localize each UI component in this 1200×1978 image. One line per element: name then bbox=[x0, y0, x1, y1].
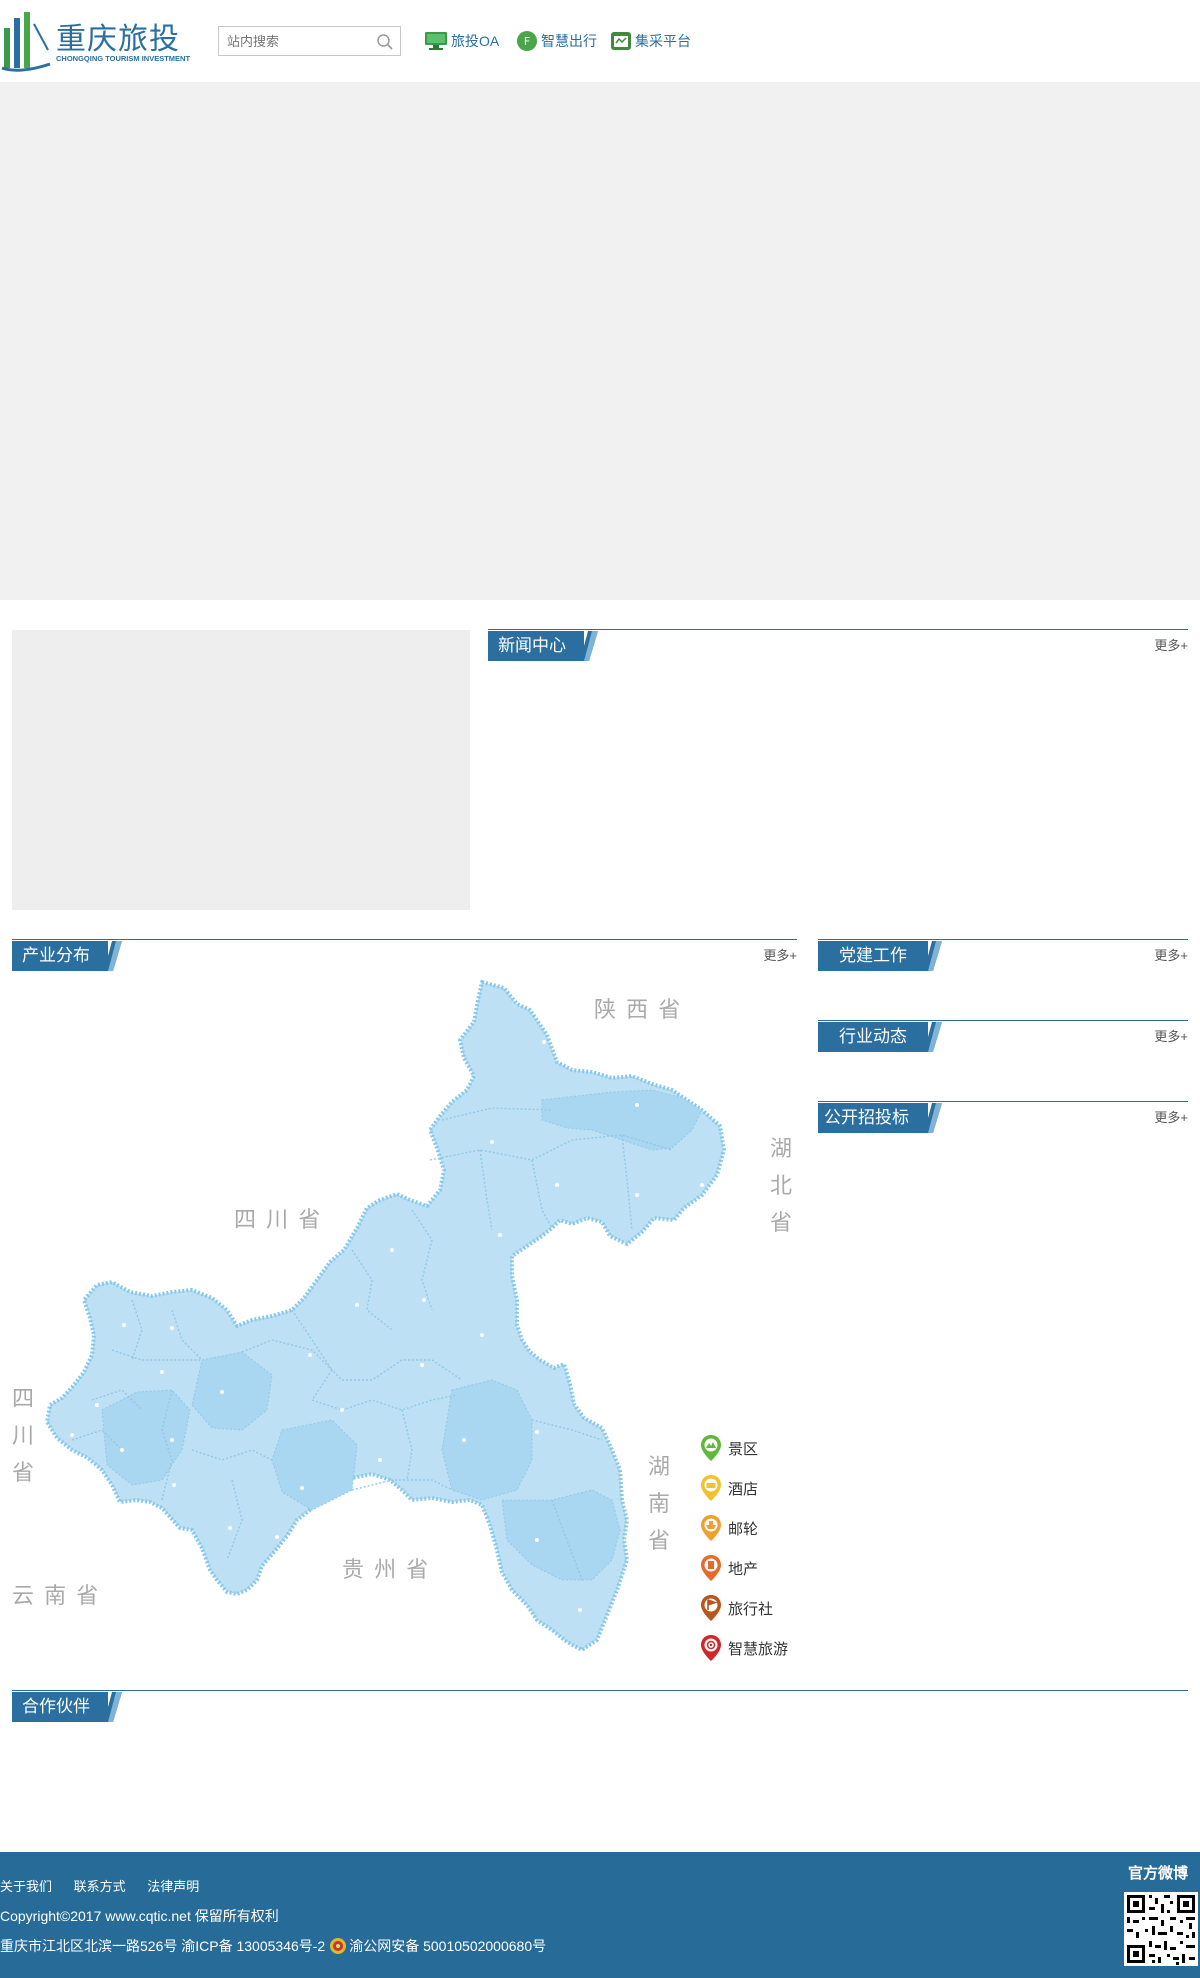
province-label-shaanxi: 陕 西 省 bbox=[594, 997, 683, 1022]
province-label-yunnan: 云 南 省 bbox=[12, 1583, 101, 1608]
province-label-sichuan-west: 四 川 省 bbox=[12, 1386, 35, 1485]
svg-text:F: F bbox=[524, 35, 530, 48]
title-slant-decoration bbox=[104, 941, 122, 971]
province-label-guizhou: 贵 州 省 bbox=[342, 1557, 431, 1582]
title-slant-decoration bbox=[924, 941, 942, 971]
police-badge-icon bbox=[330, 1938, 347, 1954]
map-legend: 景区 酒店 邮轮 地产 旅行社 智慧旅游 bbox=[700, 1428, 800, 1668]
smart-travel-icon: F bbox=[517, 31, 537, 51]
legend-item-smart-tourism[interactable]: 智慧旅游 bbox=[700, 1628, 800, 1668]
footer-links: 关于我们 联系方式 法律声明 bbox=[0, 1876, 217, 1895]
footer-weibo-label[interactable]: 官方微博 bbox=[1128, 1862, 1188, 1883]
tender-section-header: 公开招投标 更多+ bbox=[818, 1101, 1188, 1133]
footer-address-row: 重庆市江北区北滨一路526号 渝ICP备 13005346号-2 渝公网安备 5… bbox=[0, 1936, 546, 1956]
title-slant-decoration bbox=[104, 1692, 122, 1722]
monitor-icon bbox=[425, 32, 447, 50]
footer-address: 重庆市江北区北滨一路526号 渝ICP备 13005346号-2 bbox=[0, 1938, 326, 1954]
industry-more-link[interactable]: 更多+ bbox=[763, 945, 797, 964]
site-footer: 关于我们 联系方式 法律声明 Copyright©2017 www.cqtic.… bbox=[0, 1852, 1200, 1978]
tender-more-link[interactable]: 更多+ bbox=[1154, 1107, 1188, 1126]
oa-link-label: 旅投OA bbox=[451, 33, 500, 49]
footer-link-contact[interactable]: 联系方式 bbox=[74, 1879, 126, 1894]
travel-agency-pin-icon bbox=[701, 1595, 721, 1621]
search-icon[interactable] bbox=[376, 33, 394, 51]
title-slant-decoration bbox=[924, 1022, 942, 1052]
smart-travel-link-label: 智慧出行 bbox=[541, 33, 597, 49]
footer-link-about[interactable]: 关于我们 bbox=[0, 1879, 52, 1894]
province-label-hunan: 湖 南 省 bbox=[648, 1454, 671, 1553]
logo-english-text: CHONGQING TOURISM INVESTMENT bbox=[56, 54, 191, 63]
title-slant-decoration bbox=[924, 1103, 942, 1133]
chongqing-map[interactable]: 陕 西 省 四 川 省 湖 北 省 四 川 省 湖 南 省 贵 州 省 云 南 … bbox=[12, 980, 797, 1670]
partners-section-title: 合作伙伴 bbox=[12, 1692, 108, 1722]
smart-tourism-pin-icon bbox=[701, 1635, 721, 1661]
procurement-link[interactable]: 集采平台 bbox=[610, 29, 691, 53]
map-region-outline[interactable] bbox=[45, 980, 726, 1652]
logo-mark-icon bbox=[1, 12, 51, 72]
map-district-east-central[interactable] bbox=[441, 1379, 533, 1501]
search-input[interactable] bbox=[219, 27, 369, 55]
search-box bbox=[218, 26, 401, 56]
hero-banner[interactable] bbox=[0, 82, 1200, 600]
industry-news-section-title: 行业动态 bbox=[818, 1022, 928, 1052]
news-section-title: 新闻中心 bbox=[488, 631, 584, 661]
site-header: 重庆旅投 CHONGQING TOURISM INVESTMENT 旅投OA F… bbox=[0, 0, 1200, 82]
province-label-sichuan-north: 四 川 省 bbox=[234, 1207, 323, 1232]
partners-section-header: 合作伙伴 bbox=[12, 1690, 1188, 1722]
scenic-pin-icon bbox=[701, 1435, 721, 1461]
procurement-link-label: 集采平台 bbox=[635, 33, 691, 49]
legend-item-cruise[interactable]: 邮轮 bbox=[700, 1508, 800, 1548]
logo-chinese-text: 重庆旅投 bbox=[56, 22, 180, 57]
party-section-header: 党建工作 更多+ bbox=[818, 939, 1188, 971]
legend-item-scenic[interactable]: 景区 bbox=[700, 1428, 800, 1468]
news-section-header: 新闻中心 更多+ bbox=[488, 629, 1188, 661]
smart-travel-link[interactable]: F 智慧出行 bbox=[516, 29, 597, 53]
footer-police-record[interactable]: 渝公网安备 50010502000680号 bbox=[349, 1936, 546, 1956]
estate-pin-icon bbox=[701, 1555, 721, 1581]
hotel-pin-icon bbox=[701, 1475, 721, 1501]
legend-item-hotel[interactable]: 酒店 bbox=[700, 1468, 800, 1508]
oa-link[interactable]: 旅投OA bbox=[424, 29, 499, 53]
news-image-slot[interactable] bbox=[12, 630, 470, 910]
industry-section-header: 产业分布 更多+ bbox=[12, 939, 797, 971]
industry-section-title: 产业分布 bbox=[12, 941, 108, 971]
weibo-qr-code bbox=[1124, 1892, 1198, 1966]
industry-news-more-link[interactable]: 更多+ bbox=[1154, 1026, 1188, 1045]
legend-item-estate[interactable]: 地产 bbox=[700, 1548, 800, 1588]
party-section-title: 党建工作 bbox=[818, 941, 928, 971]
cruise-pin-icon bbox=[701, 1515, 721, 1541]
tender-section-title: 公开招投标 bbox=[818, 1103, 928, 1133]
procurement-icon bbox=[611, 32, 631, 50]
industry-news-section-header: 行业动态 更多+ bbox=[818, 1020, 1188, 1052]
title-slant-decoration bbox=[580, 631, 598, 661]
province-label-hubei: 湖 北 省 bbox=[770, 1136, 793, 1235]
footer-copyright: Copyright©2017 www.cqtic.net 保留所有权利 bbox=[0, 1908, 279, 1924]
legend-item-travel-agency[interactable]: 旅行社 bbox=[700, 1588, 800, 1628]
site-logo[interactable]: 重庆旅投 CHONGQING TOURISM INVESTMENT bbox=[0, 10, 190, 72]
news-more-link[interactable]: 更多+ bbox=[1154, 635, 1188, 654]
party-more-link[interactable]: 更多+ bbox=[1154, 945, 1188, 964]
footer-link-legal[interactable]: 法律声明 bbox=[147, 1879, 199, 1894]
